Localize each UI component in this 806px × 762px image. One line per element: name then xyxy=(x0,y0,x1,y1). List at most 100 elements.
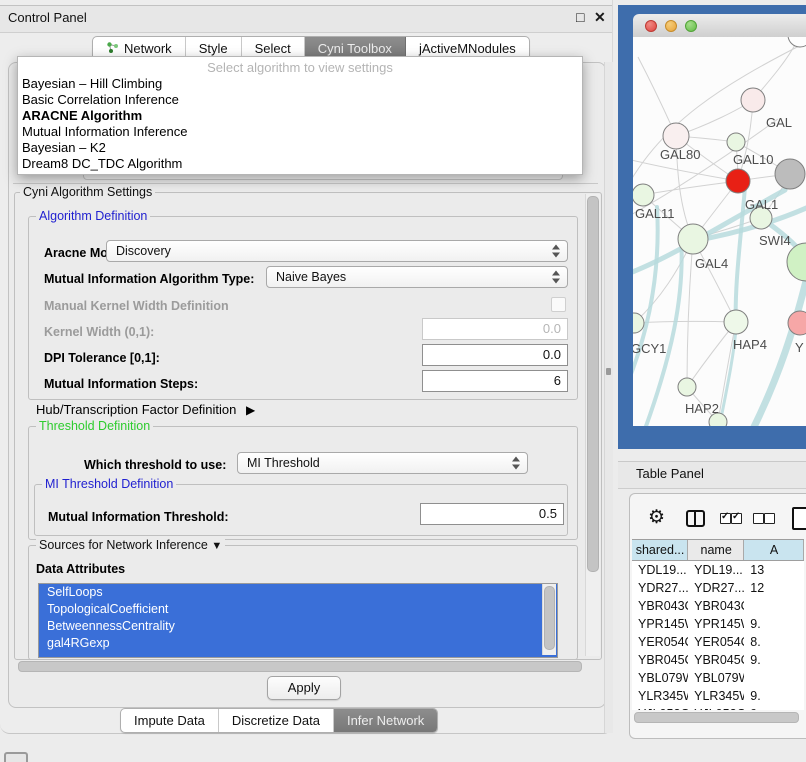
node-label: HAP2 xyxy=(685,401,719,416)
aracne-mode-select[interactable]: Discovery xyxy=(106,240,568,262)
network-window-titlebar[interactable] xyxy=(633,14,806,38)
table-row[interactable]: YJL052CYJL052C9 xyxy=(632,705,804,710)
network-canvas[interactable]: GALGAL80GAL10GAL1GAL11SWI4GAL4GCY1HAP4YH… xyxy=(633,37,806,426)
table-cell: YDR27... xyxy=(632,579,688,597)
tab-infer-network[interactable]: Infer Network xyxy=(334,709,437,732)
minimize-traffic-light-icon[interactable] xyxy=(665,20,677,32)
apply-button[interactable]: Apply xyxy=(267,676,341,700)
algorithm-option[interactable]: Dream8 DC_TDC Algorithm xyxy=(18,156,582,172)
hub-section-header[interactable]: Hub/Transcription Factor Definition ▶ xyxy=(36,402,255,417)
network-node[interactable] xyxy=(787,243,806,281)
table-row[interactable]: YBL079WYBL079W xyxy=(632,669,804,687)
mi-steps-field[interactable]: 6 xyxy=(422,370,568,392)
data-attributes-list[interactable]: SelfLoopsTopologicalCoefficientBetweenne… xyxy=(38,583,558,658)
which-threshold-select[interactable]: MI Threshold xyxy=(237,452,528,474)
column-header[interactable]: name xyxy=(688,540,744,560)
settings-hscrollbar-thumb[interactable] xyxy=(18,661,582,672)
table-cell: 9. xyxy=(744,651,804,669)
attributes-scrollbar-thumb[interactable] xyxy=(544,586,555,650)
network-window: GALGAL80GAL10GAL1GAL11SWI4GAL4GCY1HAP4YH… xyxy=(633,14,806,426)
network-node[interactable] xyxy=(633,184,654,206)
table-row[interactable]: YBR045CYBR045C9. xyxy=(632,651,804,669)
algorithm-option[interactable]: Basic Correlation Inference xyxy=(18,92,582,108)
checked-pair-icon[interactable] xyxy=(720,512,742,527)
tab-discretize-data[interactable]: Discretize Data xyxy=(219,709,334,732)
network-node[interactable] xyxy=(788,37,806,47)
unchecked-pair-icon[interactable] xyxy=(753,512,775,527)
dpi-tolerance-field[interactable]: 0.0 xyxy=(422,344,568,366)
kernel-width-field[interactable]: 0.0 xyxy=(422,318,568,340)
network-edge xyxy=(687,239,693,387)
algorithm-option[interactable]: Mutual Information Inference xyxy=(18,124,582,140)
close-traffic-light-icon[interactable] xyxy=(645,20,657,32)
manual-kernel-label: Manual Kernel Width Definition xyxy=(44,299,229,313)
settings-scrollbar-thumb[interactable] xyxy=(587,196,599,572)
column-header[interactable]: A xyxy=(744,540,804,560)
attributes-scrollbar[interactable] xyxy=(542,584,556,655)
tab-label: Select xyxy=(255,41,291,56)
settings-scrollbar[interactable] xyxy=(585,194,600,656)
document-icon[interactable] xyxy=(792,507,806,530)
attribute-item[interactable]: gal4RGexp xyxy=(39,635,557,652)
manual-kernel-checkbox[interactable] xyxy=(551,297,566,312)
algorithm-option[interactable]: ARACNE Algorithm xyxy=(18,108,582,124)
network-node[interactable] xyxy=(633,313,644,333)
columns-icon[interactable] xyxy=(686,510,705,527)
table-cell: 12 xyxy=(744,579,804,597)
panel-splitter[interactable] xyxy=(604,62,613,733)
table-hscrollbar-thumb[interactable] xyxy=(634,712,799,723)
table-row[interactable]: YDL19...YDL19...13 xyxy=(632,561,804,579)
algorithm-option[interactable]: Bayesian – K2 xyxy=(18,140,582,156)
network-edge xyxy=(643,181,738,195)
table-row[interactable]: YPR145WYPR145W9. xyxy=(632,615,804,633)
column-header[interactable]: shared... xyxy=(632,540,688,560)
network-node[interactable] xyxy=(724,310,748,334)
table-row[interactable]: YDR27...YDR27...12 xyxy=(632,579,804,597)
network-edge-highlighted xyxy=(633,207,658,389)
attribute-item[interactable]: SelfLoops xyxy=(39,584,557,601)
tab-label: Discretize Data xyxy=(232,713,320,728)
expand-right-icon[interactable]: ▶ xyxy=(246,403,255,417)
table-cell: YBR045C xyxy=(632,651,688,669)
stepper-arrows-icon xyxy=(552,245,561,258)
settings-hscrollbar[interactable] xyxy=(16,661,584,671)
table-row[interactable]: YLR345WYLR345W9. xyxy=(632,687,804,705)
attribute-item[interactable]: BetweennessCentrality xyxy=(39,618,557,635)
docked-panel-icon[interactable] xyxy=(4,752,28,762)
table-cell: YBR043C xyxy=(688,597,744,615)
which-threshold-label: Which threshold to use: xyxy=(84,458,226,472)
algorithm-option[interactable]: Bayesian – Hill Climbing xyxy=(18,76,582,92)
tab-impute-data[interactable]: Impute Data xyxy=(121,709,219,732)
network-node[interactable] xyxy=(678,224,708,254)
node-label: GAL1 xyxy=(745,197,778,212)
control-panel-title: Control Panel xyxy=(8,10,87,25)
table-cell: 8. xyxy=(744,633,804,651)
splitter-handle-icon[interactable] xyxy=(606,368,611,375)
network-node[interactable] xyxy=(678,378,696,396)
gear-icon[interactable]: ⚙ xyxy=(648,508,665,527)
tab-label: Network xyxy=(124,41,172,56)
close-icon[interactable]: ✕ xyxy=(594,9,606,26)
network-node[interactable] xyxy=(775,159,805,189)
node-attribute-table: shared...nameA YDL19...YDL19...13YDR27..… xyxy=(632,539,804,710)
tab-label: Infer Network xyxy=(347,713,424,728)
table-hscrollbar[interactable] xyxy=(633,712,799,722)
which-threshold-value: MI Threshold xyxy=(247,456,320,470)
table-cell: YDL19... xyxy=(688,561,744,579)
mi-type-select[interactable]: Naive Bayes xyxy=(266,266,568,288)
mi-threshold-field[interactable]: 0.5 xyxy=(420,503,564,525)
zoom-traffic-light-icon[interactable] xyxy=(685,20,697,32)
network-node[interactable] xyxy=(727,133,745,151)
table-row[interactable]: YER054CYER054C8. xyxy=(632,633,804,651)
float-window-icon[interactable]: □ xyxy=(576,9,584,25)
table-cell: YPR145W xyxy=(632,615,688,633)
network-node[interactable] xyxy=(741,88,765,112)
network-node[interactable] xyxy=(663,123,689,149)
sources-group-title[interactable]: Sources for Network Inference ▼ xyxy=(36,539,225,553)
network-node[interactable] xyxy=(726,169,750,193)
attribute-item[interactable]: TopologicalCoefficient xyxy=(39,601,557,618)
collapse-down-icon[interactable]: ▼ xyxy=(211,540,222,552)
table-row[interactable]: YBR043CYBR043C xyxy=(632,597,804,615)
tab-label: Impute Data xyxy=(134,713,205,728)
cyni-mode-tabs: Impute Data Discretize Data Infer Network xyxy=(120,708,438,733)
